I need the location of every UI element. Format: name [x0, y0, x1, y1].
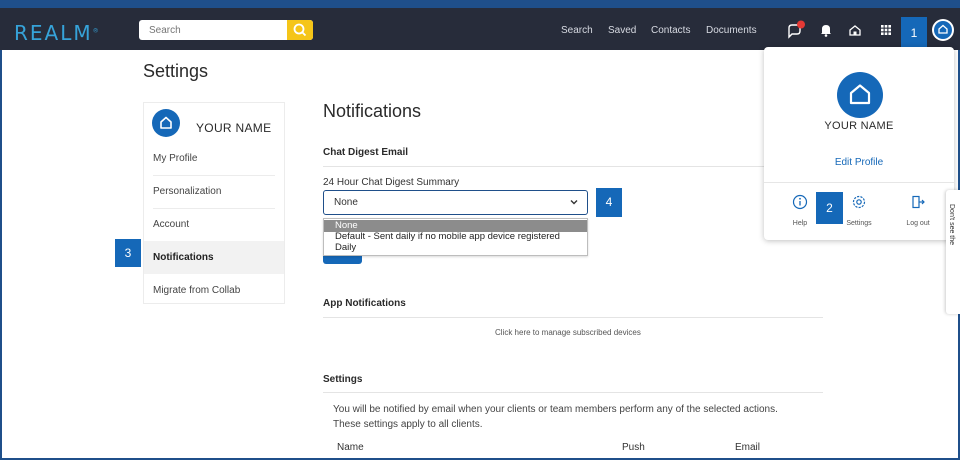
sidebar-item-personalization[interactable]: Personalization	[144, 175, 284, 208]
column-header-email: Email	[735, 442, 761, 453]
feedback-side-tab[interactable]: Don't see the	[946, 190, 960, 314]
notifications-heading: Notifications	[323, 101, 422, 121]
search-input[interactable]	[139, 20, 287, 40]
info-icon	[792, 194, 808, 210]
divider	[323, 166, 823, 167]
search-button[interactable]	[287, 20, 313, 40]
sidebar-username: YOUR NAME	[196, 121, 272, 135]
step-marker-3: 3	[115, 239, 141, 267]
step-marker-1: 1	[901, 17, 927, 49]
feedback-tab-label: Don't see the	[948, 204, 955, 246]
settings-section-label: Settings	[323, 374, 363, 385]
digest-field-label: 24 Hour Chat Digest Summary	[323, 177, 460, 188]
nav-documents-link[interactable]: Documents	[706, 25, 757, 36]
dropdown-option-daily[interactable]: Daily	[324, 242, 587, 254]
popover-username: YOUR NAME	[824, 120, 894, 132]
sidebar-item-notifications[interactable]: Notifications	[144, 241, 284, 274]
settings-label: Settings	[846, 220, 872, 227]
chat-digest-section-label: Chat Digest Email	[323, 147, 409, 158]
divider	[764, 182, 954, 183]
gear-icon	[852, 195, 866, 209]
realm-logo[interactable]: REALM®	[14, 21, 101, 45]
manage-devices-link[interactable]: Click here to manage subscribed devices	[495, 328, 641, 337]
search-box	[139, 20, 313, 40]
nav-search-link[interactable]: Search	[561, 25, 593, 36]
step-marker-2: 2	[816, 192, 843, 224]
logout-button[interactable]: Log out	[898, 194, 938, 230]
user-avatar-button[interactable]	[931, 18, 955, 42]
settings-description-line-1: You will be notified by email when your …	[333, 404, 778, 415]
save-button[interactable]	[323, 256, 362, 264]
search-icon	[293, 23, 307, 37]
home-logo-icon	[160, 116, 172, 129]
column-header-name: Name	[337, 442, 364, 453]
sidebar-item-my-profile[interactable]: My Profile	[144, 142, 284, 175]
select-value: None	[334, 197, 358, 208]
settings-button[interactable]: Settings	[839, 194, 879, 230]
digest-dropdown-list: None Default - Sent daily if no mobile a…	[323, 218, 588, 256]
page-title: Settings	[143, 61, 209, 81]
digest-frequency-select[interactable]: None	[323, 190, 588, 215]
logout-icon	[912, 195, 925, 209]
edit-profile-link[interactable]: Edit Profile	[764, 157, 954, 168]
nav-saved-link[interactable]: Saved	[608, 25, 636, 36]
divider	[323, 317, 823, 318]
bell-icon[interactable]	[816, 20, 836, 40]
chat-icon[interactable]	[785, 20, 805, 40]
top-navigation-bar: REALM® Search Saved Contacts Documents	[0, 0, 960, 50]
sidebar-item-migrate[interactable]: Migrate from Collab	[144, 274, 284, 307]
help-label: Help	[792, 220, 808, 227]
home-icon[interactable]	[845, 20, 865, 40]
help-button[interactable]: Help	[780, 194, 820, 230]
nav-contacts-link[interactable]: Contacts	[651, 25, 690, 36]
avatar	[837, 72, 883, 118]
settings-description-line-2: These settings apply to all clients.	[333, 419, 483, 430]
app-notifications-section-label: App Notifications	[323, 298, 406, 309]
logout-label: Log out	[906, 220, 930, 227]
sidebar-item-account[interactable]: Account	[144, 208, 284, 241]
column-header-push: Push	[622, 442, 645, 453]
divider	[323, 392, 823, 393]
apps-grid-icon[interactable]	[876, 20, 896, 40]
avatar-icon	[932, 19, 954, 41]
settings-sidebar: YOUR NAME My Profile Personalization Acc…	[143, 102, 285, 304]
avatar	[152, 109, 180, 137]
profile-popover: YOUR NAME Edit Profile Help Settings Log…	[764, 47, 954, 240]
step-marker-4: 4	[596, 188, 622, 217]
chevron-down-icon	[570, 200, 578, 205]
home-logo-icon	[849, 84, 871, 105]
